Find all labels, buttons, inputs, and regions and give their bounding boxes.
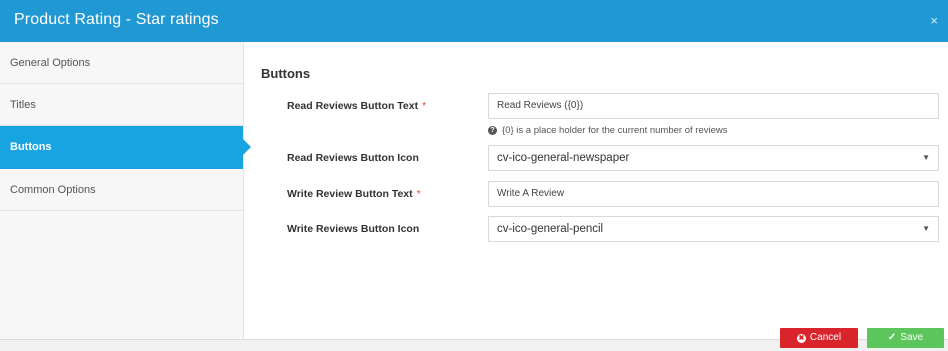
options-sidebar: General Options Titles Buttons Common Op… xyxy=(0,42,251,339)
dialog-header: Product Rating - Star ratings × xyxy=(0,0,948,42)
sidebar-item-label: General Options xyxy=(10,56,91,69)
check-icon: ✓ xyxy=(887,332,897,343)
hint-text: {0} is a place holder for the current nu… xyxy=(502,125,728,136)
field-label: Write Review Button Text xyxy=(287,188,413,200)
read-reviews-text-label: Read Reviews Button Text * xyxy=(287,100,426,112)
sidebar-item-titles[interactable]: Titles xyxy=(0,84,243,126)
sidebar-item-buttons[interactable]: Buttons xyxy=(0,126,251,169)
read-reviews-text-input[interactable]: Read Reviews ({0}) xyxy=(488,93,939,119)
question-icon: ? xyxy=(488,126,497,135)
required-mark: * xyxy=(416,188,421,200)
product-rating-dialog: Product Rating - Star ratings × General … xyxy=(0,0,948,351)
required-mark: * xyxy=(422,100,427,112)
cancel-button[interactable]: ✖ Cancel xyxy=(780,328,858,348)
x-circle-icon: ✖ xyxy=(796,334,806,343)
sidebar-item-general-options[interactable]: General Options xyxy=(0,42,243,84)
chevron-down-icon: ▼ xyxy=(922,224,930,233)
write-reviews-icon-label: Write Reviews Button Icon xyxy=(287,223,420,235)
select-value: cv-ico-general-pencil xyxy=(497,223,604,235)
close-icon[interactable]: × xyxy=(930,13,938,28)
write-review-text-label: Write Review Button Text * xyxy=(287,188,421,200)
sidebar-item-common-options[interactable]: Common Options xyxy=(0,169,243,211)
save-button[interactable]: ✓ Save xyxy=(867,328,944,348)
placeholder-hint: ? {0} is a place holder for the current … xyxy=(488,125,727,136)
select-value: cv-ico-general-newspaper xyxy=(497,152,630,164)
chevron-down-icon: ▼ xyxy=(922,153,930,162)
read-reviews-icon-select[interactable]: cv-ico-general-newspaper ▼ xyxy=(488,145,939,171)
sidebar-item-label: Buttons xyxy=(10,141,52,153)
main-panel: Buttons Read Reviews Button Text * Read R… xyxy=(245,42,948,339)
read-reviews-icon-label: Read Reviews Button Icon xyxy=(287,152,419,164)
sidebar-item-label: Titles xyxy=(10,98,36,111)
field-label: Read Reviews Button Text xyxy=(287,100,419,112)
save-label: Save xyxy=(900,332,924,343)
sidebar-item-label: Common Options xyxy=(10,183,96,196)
cancel-label: Cancel xyxy=(809,332,842,343)
dialog-title: Product Rating - Star ratings xyxy=(14,11,219,28)
section-title: Buttons xyxy=(261,66,311,81)
write-review-text-input[interactable]: Write A Review xyxy=(488,181,939,207)
write-reviews-icon-select[interactable]: cv-ico-general-pencil ▼ xyxy=(488,216,939,242)
